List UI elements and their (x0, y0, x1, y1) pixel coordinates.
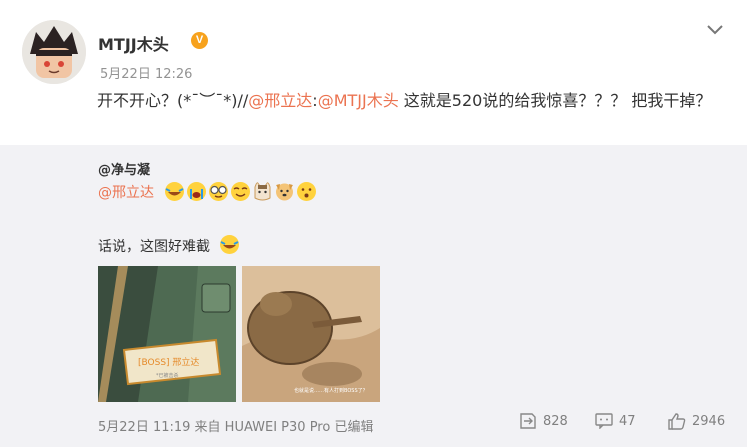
smirk-emoji-icon (231, 182, 250, 201)
avatar[interactable] (22, 20, 86, 84)
glasses-emoji-icon (209, 182, 228, 201)
post-timestamp[interactable]: 5月22日 12:26 (100, 63, 192, 82)
retweet-original-user[interactable]: @净与凝 (98, 159, 150, 178)
retweet-footer-meta: 5月22日 11:19 来自 HUAWEI P30 Pro 已编辑 (98, 420, 374, 435)
retweet-text: 话说，这图好难截 (98, 239, 210, 255)
retweet-image-1[interactable]: [BOSS] 邢立达 *已被击杀 (98, 266, 236, 402)
mention-link[interactable]: @邢立达 (248, 91, 312, 110)
weibo-post-card: MTJJ木头 V 5月22日 12:26 开不开心？(*¯︶¯*)//@邢立达:… (0, 0, 747, 447)
chevron-down-icon[interactable] (705, 22, 725, 38)
comment-icon (595, 413, 613, 429)
avatar-image (22, 20, 86, 84)
cat-emoji-icon (254, 181, 271, 201)
game-screenshot-image: 也就是说……有人打到BOSS了？ (242, 266, 380, 402)
retweet-mention-link[interactable]: @邢立达 (98, 182, 154, 202)
username[interactable]: MTJJ木头 (98, 31, 169, 55)
retweet-block: @净与凝 @邢立达 话说，这图好难截 [BOSS] 邢立达 *已被击杀 也就是说… (0, 145, 747, 447)
thumbs-up-icon (668, 413, 686, 430)
post-text-suffix: 这就是520说的给我惊喜？？？ 把我干掉？ (398, 91, 712, 110)
image2-caption: 也就是说……有人打到BOSS了？ (294, 387, 368, 394)
laugh-cry-emoji-icon (220, 235, 239, 254)
laugh-cry-emoji-icon (165, 182, 184, 201)
image1-caption: [BOSS] 邢立达 (138, 356, 199, 368)
think-emoji-icon (297, 182, 316, 201)
crying-emoji-icon (187, 182, 206, 201)
comment-count: 47 (619, 413, 636, 429)
verified-badge-icon: V (191, 32, 208, 49)
image1-subcaption: *已被击杀 (156, 372, 179, 379)
game-screenshot-image: [BOSS] 邢立达 *已被击杀 (98, 266, 236, 402)
repost-button[interactable]: 828 (519, 413, 568, 429)
dog-emoji-icon (276, 183, 293, 201)
retweet-image-2[interactable]: 也就是说……有人打到BOSS了？ (242, 266, 380, 402)
like-count: 2946 (692, 414, 726, 429)
post-text-prefix: 开不开心？(*¯︶¯*)// (97, 91, 249, 110)
like-button[interactable]: 2946 (668, 413, 725, 430)
post-text: 开不开心？(*¯︶¯*)//@邢立达:@MTJJ木头 这就是520说的给我惊喜？… (97, 88, 727, 114)
repost-count: 828 (543, 413, 568, 429)
mention-link[interactable]: @MTJJ木头 (318, 91, 399, 110)
repost-icon (520, 413, 536, 429)
emoji-row (164, 181, 317, 202)
comment-button[interactable]: 47 (595, 413, 636, 429)
